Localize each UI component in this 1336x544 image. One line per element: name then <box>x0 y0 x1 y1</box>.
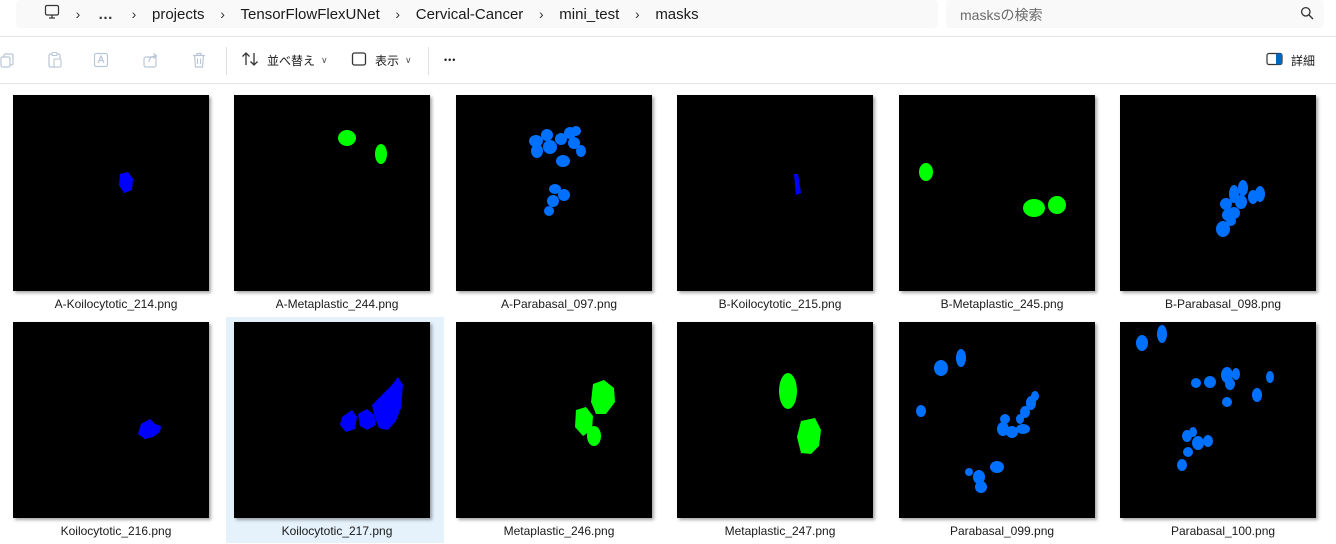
chevron-right-icon[interactable]: › <box>523 6 559 22</box>
mask-thumbnail <box>234 322 430 518</box>
file-tile-b-koilocytotic-215[interactable]: B-Koilocytotic_215.png <box>669 84 887 311</box>
breadcrumb-masks[interactable]: masks <box>655 6 698 23</box>
breadcrumb-tensorflowflexunet[interactable]: TensorFlowFlexUNet <box>241 6 380 23</box>
breadcrumb-overflow[interactable]: … <box>96 6 116 23</box>
computer-icon[interactable] <box>44 4 60 24</box>
file-name: Metaplastic_247.png <box>724 524 836 538</box>
paste-icon[interactable] <box>46 51 64 69</box>
chevron-right-icon[interactable]: › <box>205 6 241 22</box>
mask-thumbnail <box>899 95 1095 291</box>
chevron-down-icon: ∨ <box>405 54 412 65</box>
share-icon[interactable] <box>142 51 160 69</box>
file-name: B-Parabasal_098.png <box>1164 297 1282 311</box>
mask-thumbnail <box>1120 95 1316 291</box>
file-tile-b-parabasal-098[interactable]: B-Parabasal_098.png <box>1112 84 1330 311</box>
file-tile-koilocytotic-217[interactable]: Koilocytotic_217.png <box>226 317 444 543</box>
sort-button[interactable]: 並べ替え ∨ <box>241 49 328 71</box>
search-placeholder: masksの検索 <box>960 7 1043 23</box>
search-icon[interactable] <box>1300 6 1314 25</box>
mask-thumbnail <box>13 95 209 291</box>
file-name: A-Metaplastic_244.png <box>275 297 399 311</box>
more-icon: ••• <box>444 55 457 65</box>
copy-icon[interactable] <box>0 51 18 69</box>
file-name: B-Koilocytotic_215.png <box>718 297 842 311</box>
mask-thumbnail <box>677 322 873 518</box>
address-bar: › … › projects › TensorFlowFlexUNet › Ce… <box>0 0 1336 37</box>
file-name: Koilocytotic_217.png <box>281 524 393 538</box>
file-name: Parabasal_099.png <box>949 524 1055 538</box>
view-icon <box>351 51 367 70</box>
breadcrumb-cervical-cancer[interactable]: Cervical-Cancer <box>416 6 524 23</box>
file-tile-parabasal-100[interactable]: Parabasal_100.png <box>1112 311 1330 538</box>
rename-icon[interactable] <box>93 51 111 69</box>
breadcrumb-mini-test[interactable]: mini_test <box>559 6 619 23</box>
breadcrumb-projects[interactable]: projects <box>152 6 205 23</box>
sort-icon <box>241 51 259 70</box>
toolbar-divider <box>428 47 429 75</box>
mask-thumbnail <box>234 95 430 291</box>
file-tile-a-parabasal-097[interactable]: A-Parabasal_097.png <box>448 84 666 311</box>
chevron-down-icon: ∨ <box>321 54 328 65</box>
file-tile-a-metaplastic-244[interactable]: A-Metaplastic_244.png <box>226 84 444 311</box>
mask-thumbnail <box>899 322 1095 518</box>
chevron-right-icon[interactable]: › <box>60 6 96 22</box>
file-tile-metaplastic-246[interactable]: Metaplastic_246.png <box>448 311 666 538</box>
file-tile-a-koilocytotic-214[interactable]: A-Koilocytotic_214.png <box>5 84 223 311</box>
file-name: A-Koilocytotic_214.png <box>54 297 178 311</box>
details-pane-icon <box>1266 52 1283 69</box>
file-name: Metaplastic_246.png <box>503 524 615 538</box>
chevron-right-icon[interactable]: › <box>116 6 152 22</box>
file-tile-parabasal-099[interactable]: Parabasal_099.png <box>891 311 1109 538</box>
file-grid: A-Koilocytotic_214.png A-Metaplastic_244… <box>0 84 1336 544</box>
chevron-right-icon[interactable]: › <box>380 6 416 22</box>
mask-thumbnail <box>677 95 873 291</box>
delete-icon[interactable] <box>190 51 208 69</box>
command-bar: 並べ替え ∨ 表示 ∨ ••• 詳細 <box>0 37 1336 84</box>
details-button[interactable]: 詳細 <box>1266 49 1315 71</box>
breadcrumb[interactable]: › … › projects › TensorFlowFlexUNet › Ce… <box>16 0 938 28</box>
search-input[interactable]: masksの検索 <box>946 0 1324 28</box>
chevron-right-icon[interactable]: › <box>619 6 655 22</box>
file-tile-b-metaplastic-245[interactable]: B-Metaplastic_245.png <box>891 84 1109 311</box>
file-tile-koilocytotic-216[interactable]: Koilocytotic_216.png <box>5 311 223 538</box>
sort-label: 並べ替え <box>267 53 316 68</box>
view-label: 表示 <box>375 53 400 68</box>
file-name: B-Metaplastic_245.png <box>940 297 1064 311</box>
details-label: 詳細 <box>1291 53 1316 68</box>
file-name: Parabasal_100.png <box>1170 524 1276 538</box>
more-options-button[interactable]: ••• <box>444 49 456 71</box>
file-name: Koilocytotic_216.png <box>60 524 172 538</box>
file-name: A-Parabasal_097.png <box>500 297 618 311</box>
mask-thumbnail <box>456 322 652 518</box>
mask-thumbnail <box>456 95 652 291</box>
mask-thumbnail <box>13 322 209 518</box>
view-button[interactable]: 表示 ∨ <box>351 49 412 71</box>
mask-thumbnail <box>1120 322 1316 518</box>
file-tile-metaplastic-247[interactable]: Metaplastic_247.png <box>669 311 887 538</box>
toolbar-divider <box>226 47 227 75</box>
